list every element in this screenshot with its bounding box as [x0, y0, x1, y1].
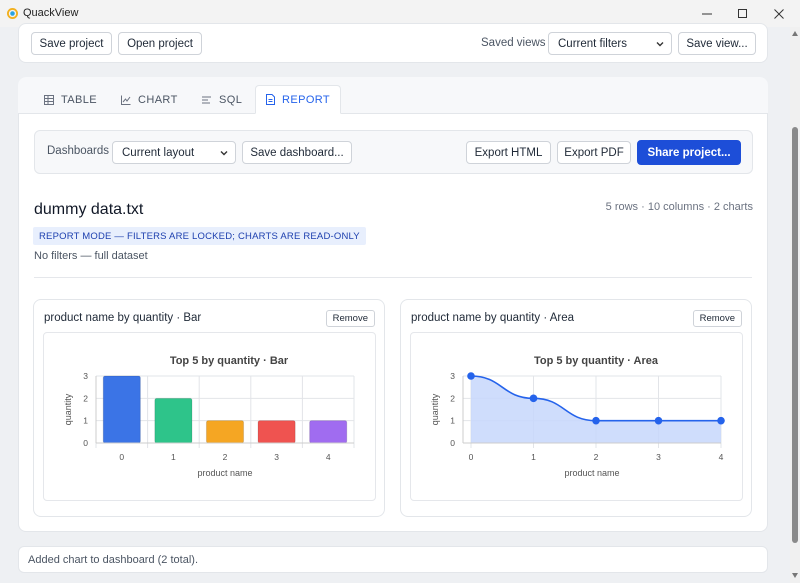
- y-tick-label: 0: [450, 438, 455, 448]
- chevron-down-icon: [656, 42, 664, 47]
- x-tick-label: 4: [719, 452, 724, 462]
- chart-card-bar: product name by quantity · Bar Remove To…: [33, 299, 385, 517]
- data-point: [529, 394, 538, 403]
- save-view-button[interactable]: Save view...: [678, 32, 756, 55]
- sql-icon: [202, 96, 211, 103]
- tab-sql-label: SQL: [219, 93, 243, 106]
- tab-report-label: REPORT: [282, 93, 331, 106]
- vertical-scrollbar[interactable]: [790, 27, 800, 583]
- close-button[interactable]: [762, 0, 796, 27]
- saved-views-select[interactable]: Current filters: [548, 32, 672, 55]
- tab-table[interactable]: TABLE: [44, 85, 97, 114]
- y-axis-label: quantity: [63, 393, 73, 425]
- document-icon: [266, 94, 275, 105]
- chevron-down-icon: [220, 151, 228, 156]
- y-tick-label: 1: [450, 416, 455, 426]
- y-tick-label: 0: [83, 438, 88, 448]
- open-project-button[interactable]: Open project: [118, 32, 202, 55]
- window-title: QuackView: [23, 7, 79, 19]
- report-toolbar: Dashboards Current layout Save dashboard…: [34, 130, 753, 174]
- app-logo-icon: [7, 8, 18, 19]
- x-tick-label: 2: [594, 452, 599, 462]
- dashboards-label: Dashboards: [47, 145, 110, 157]
- app-content: Save project Open project Saved views Cu…: [0, 23, 790, 583]
- x-tick-label: 4: [326, 452, 331, 462]
- maximize-icon: [738, 8, 747, 18]
- bar-chart-svg: Top 5 by quantity · Bar 0 1 2 3 0 1 2 3 4 product …: [63, 355, 355, 478]
- line-chart-icon: [121, 95, 131, 105]
- scroll-up-icon: [792, 31, 798, 36]
- chart-title: Top 5 by quantity · Area: [534, 355, 659, 367]
- chart-card-area: product name by quantity · Area Remove T…: [400, 299, 752, 517]
- x-tick-label: 2: [223, 452, 228, 462]
- tab-sql[interactable]: SQL: [202, 85, 242, 114]
- area-chart: Top 5 by quantity · Area 0 1 2 3 0 1 2 3 4 product…: [410, 332, 743, 501]
- saved-views-label: Saved views: [481, 37, 546, 49]
- x-tick-label: 1: [531, 452, 536, 462]
- tab-report[interactable]: REPORT: [255, 85, 342, 114]
- saved-views-value: Current filters: [558, 37, 628, 50]
- y-axis-label: quantity: [430, 393, 440, 425]
- divider: [34, 277, 752, 278]
- x-axis-label: product name: [197, 468, 252, 478]
- project-toolbar: Save project Open project Saved views Cu…: [18, 23, 768, 63]
- chart-card-title: product name by quantity · Area: [411, 312, 575, 324]
- dashboard-layout-select[interactable]: Current layout: [112, 141, 236, 164]
- minimize-icon: [702, 13, 712, 14]
- y-tick-label: 3: [83, 371, 88, 381]
- data-point: [467, 372, 475, 380]
- chart-title: Top 5 by quantity · Bar: [170, 355, 289, 367]
- filters-note: No filters — full dataset: [34, 250, 148, 262]
- remove-chart-button[interactable]: Remove: [325, 310, 375, 327]
- area-chart-svg: Top 5 by quantity · Area 0 1 2 3 0 1 2 3 4 product…: [430, 355, 725, 478]
- chart-card-title: product name by quantity · Bar: [44, 312, 202, 324]
- scrollbar-thumb[interactable]: [792, 127, 798, 543]
- bar: [102, 375, 141, 444]
- bar: [205, 420, 245, 444]
- save-dashboard-button[interactable]: Save dashboard...: [242, 141, 352, 164]
- close-icon: [774, 8, 784, 19]
- tab-table-label: TABLE: [61, 93, 98, 106]
- dashboard-layout-value: Current layout: [122, 146, 195, 159]
- data-point: [654, 416, 663, 425]
- data-point: [717, 416, 725, 425]
- y-tick-label: 1: [83, 416, 88, 426]
- y-tick-label: 2: [450, 393, 455, 403]
- data-point: [592, 416, 600, 425]
- x-tick-label: 1: [171, 452, 176, 462]
- bar-chart: Top 5 by quantity · Bar 0 1 2 3 0 1 2 3 4 product …: [43, 332, 376, 501]
- y-tick-label: 2: [83, 393, 88, 403]
- tab-chart-label: CHART: [138, 93, 178, 106]
- x-tick-label: 0: [119, 452, 124, 462]
- x-tick-label: 0: [469, 452, 474, 462]
- x-tick-label: 3: [274, 452, 279, 462]
- scroll-down-icon: [792, 573, 798, 578]
- table-icon: [44, 94, 54, 105]
- bar: [309, 420, 348, 444]
- x-tick-label: 3: [656, 452, 661, 462]
- y-tick-label: 3: [450, 371, 455, 381]
- status-message: Added chart to dashboard (2 total).: [28, 554, 198, 566]
- status-bar: Added chart to dashboard (2 total).: [18, 546, 768, 573]
- report-mode-badge: REPORT MODE — FILTERS ARE LOCKED; CHARTS…: [33, 227, 366, 245]
- export-html-button[interactable]: Export HTML: [466, 141, 551, 164]
- remove-chart-button[interactable]: Remove: [692, 310, 742, 327]
- report-title: dummy data.txt: [34, 201, 144, 218]
- x-axis-label: product name: [564, 468, 619, 478]
- save-project-button[interactable]: Save project: [31, 32, 112, 55]
- report-meta: 5 rows · 10 columns · 2 charts: [605, 201, 753, 213]
- bar: [154, 397, 193, 444]
- bar: [257, 420, 296, 444]
- tab-bar: TABLE CHART SQL REPORT: [18, 77, 768, 114]
- export-pdf-button[interactable]: Export PDF: [557, 141, 631, 164]
- share-project-button[interactable]: Share project...: [637, 140, 741, 165]
- tab-chart[interactable]: CHART: [121, 85, 178, 114]
